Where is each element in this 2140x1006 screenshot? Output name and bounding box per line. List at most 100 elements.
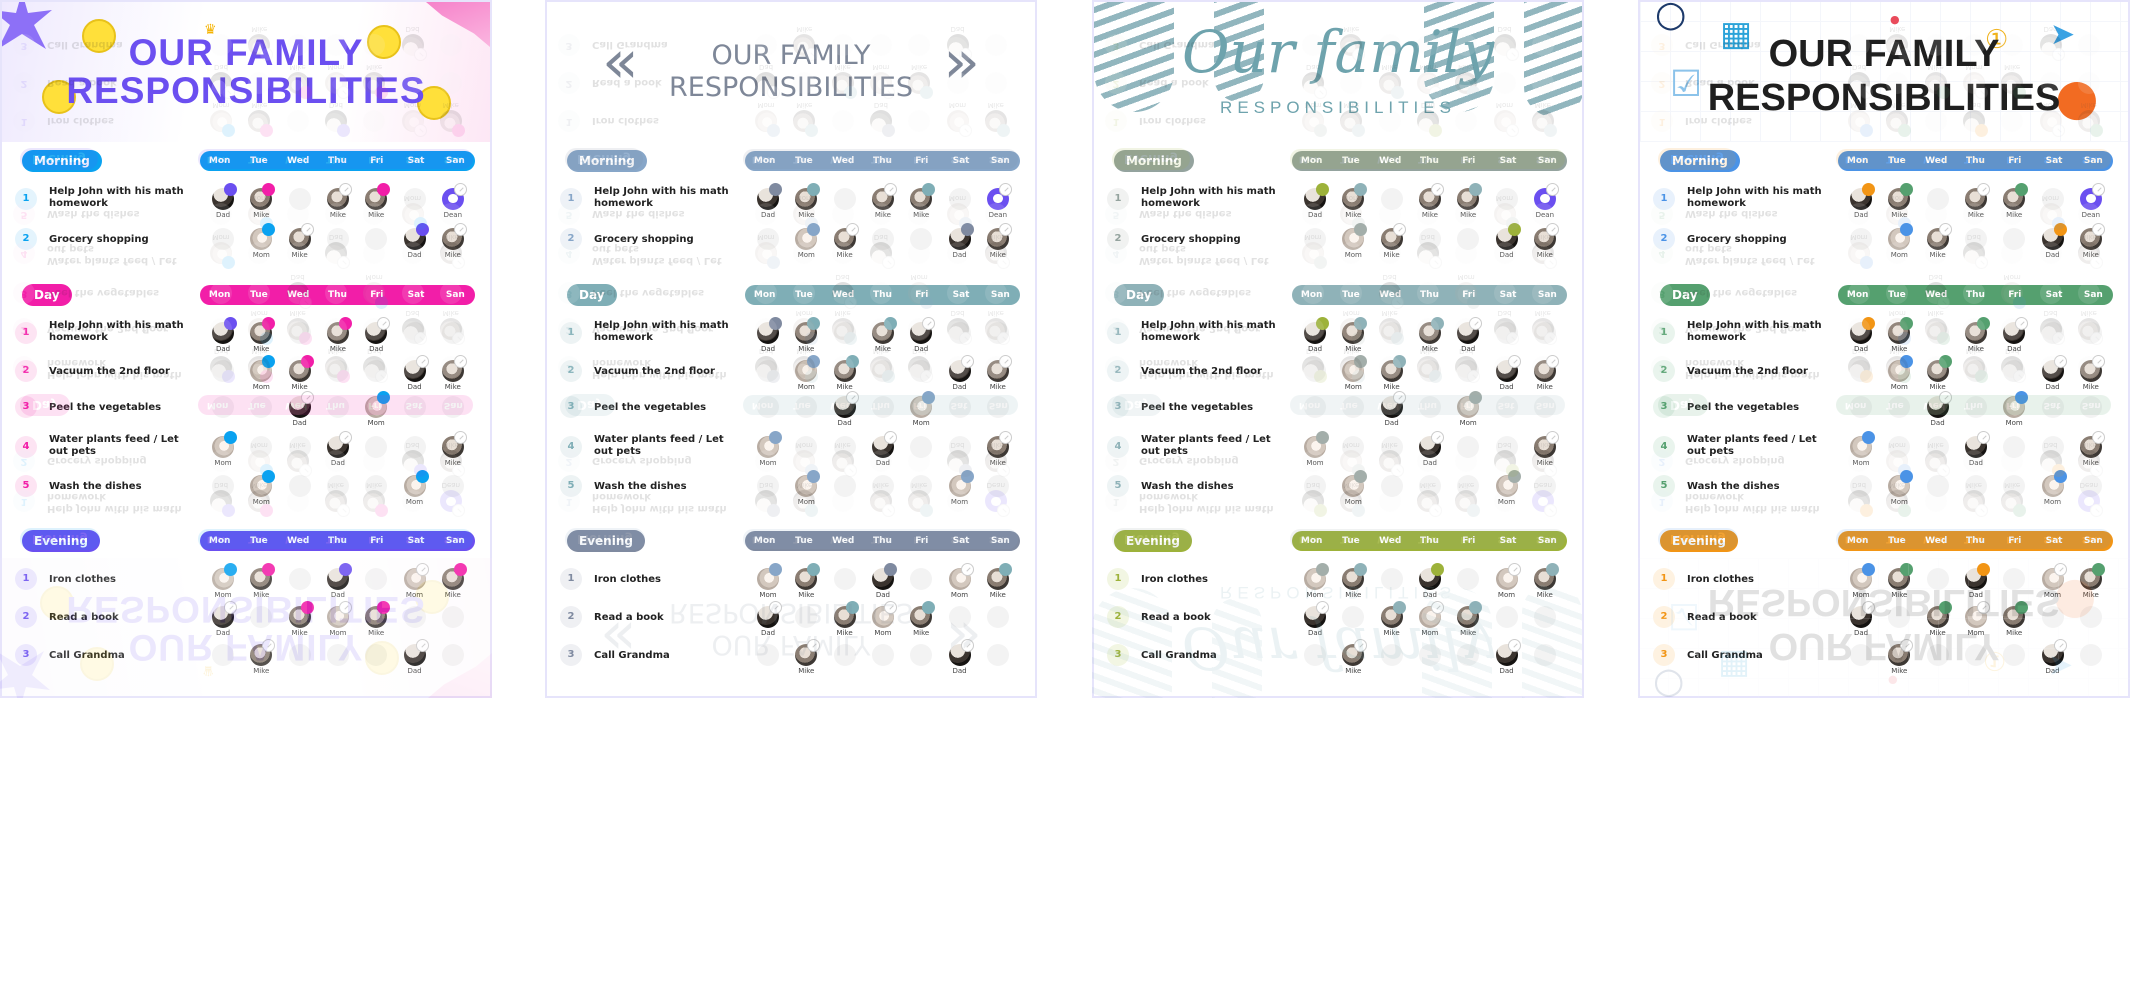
assignment-cell[interactable]: Dad — [1418, 431, 1444, 467]
assignment-cell[interactable] — [1418, 360, 1441, 382]
assignment-cell[interactable]: Dad — [757, 601, 782, 637]
assignment-cell[interactable] — [1533, 475, 1556, 497]
assignment-cell[interactable] — [1888, 606, 1911, 628]
assignment-cell[interactable]: Mom — [795, 470, 821, 506]
assignment-cell[interactable]: Mike — [1888, 317, 1914, 353]
empty-slot[interactable] — [2003, 360, 2026, 382]
assignment-cell[interactable] — [2079, 322, 2102, 344]
empty-slot[interactable] — [365, 228, 388, 250]
empty-slot[interactable] — [910, 644, 933, 666]
empty-slot[interactable] — [1495, 436, 1518, 458]
assignment-cell[interactable] — [326, 228, 349, 250]
empty-slot[interactable] — [1533, 475, 1556, 497]
assignment-cell[interactable]: Dad — [871, 431, 897, 467]
assignment-cell[interactable]: Mom — [757, 563, 782, 599]
empty-slot[interactable] — [1418, 475, 1441, 497]
empty-slot[interactable] — [833, 188, 856, 210]
assignment-cell[interactable]: Mike — [441, 431, 467, 467]
empty-slot[interactable] — [1964, 396, 1987, 418]
empty-slot[interactable] — [1304, 360, 1326, 382]
assignment-cell[interactable] — [1380, 568, 1403, 590]
empty-slot[interactable] — [212, 360, 234, 382]
assignment-cell[interactable]: Mom — [2003, 391, 2029, 427]
assignment-cell[interactable]: Mom — [250, 223, 276, 259]
assignment-cell[interactable] — [1964, 475, 1987, 497]
assignment-cell[interactable]: Dad — [288, 391, 314, 427]
assignment-cell[interactable] — [2003, 475, 2026, 497]
assignment-cell[interactable] — [1850, 475, 1872, 497]
empty-slot[interactable] — [1457, 475, 1480, 497]
empty-slot[interactable] — [1926, 644, 1949, 666]
empty-slot[interactable] — [795, 396, 818, 418]
assignment-cell[interactable] — [948, 322, 971, 344]
empty-slot[interactable] — [1457, 644, 1480, 666]
assignment-cell[interactable] — [1926, 475, 1949, 497]
assignment-cell[interactable]: Mom — [871, 601, 897, 637]
assignment-cell[interactable] — [1380, 436, 1403, 458]
assignment-cell[interactable] — [833, 475, 856, 497]
assignment-cell[interactable] — [326, 644, 349, 666]
empty-slot[interactable] — [1850, 228, 1872, 250]
assignment-cell[interactable] — [2041, 188, 2064, 210]
empty-slot[interactable] — [1380, 568, 1403, 590]
empty-slot[interactable] — [326, 228, 349, 250]
empty-slot[interactable] — [910, 568, 933, 590]
empty-slot[interactable] — [1850, 644, 1872, 666]
assignment-cell[interactable] — [288, 436, 311, 458]
assignment-cell[interactable]: Mike — [1418, 317, 1444, 353]
assignment-cell[interactable] — [910, 568, 933, 590]
assignment-cell[interactable]: Mom — [250, 470, 276, 506]
assignment-cell[interactable] — [288, 188, 311, 210]
empty-slot[interactable] — [1850, 396, 1872, 418]
empty-slot[interactable] — [1850, 360, 1872, 382]
template-card-botanical[interactable]: Our family RESPONSIBILITIES Morning Mon Tue W… — [1092, 0, 1584, 698]
empty-slot[interactable] — [1457, 360, 1480, 382]
assignment-cell[interactable]: Mom — [1495, 563, 1521, 599]
assignment-cell[interactable] — [288, 644, 311, 666]
assignment-cell[interactable]: Dad — [1964, 563, 1990, 599]
empty-slot[interactable] — [1888, 606, 1911, 628]
assignment-cell[interactable]: Mom — [365, 391, 391, 427]
empty-slot[interactable] — [1304, 475, 1326, 497]
empty-slot[interactable] — [441, 475, 464, 497]
empty-slot[interactable] — [1418, 360, 1441, 382]
assignment-cell[interactable] — [2003, 360, 2026, 382]
assignment-cell[interactable] — [910, 644, 933, 666]
assignment-cell[interactable]: Mike — [833, 223, 859, 259]
empty-slot[interactable] — [365, 644, 388, 666]
empty-slot[interactable] — [250, 436, 273, 458]
assignment-cell[interactable] — [1964, 360, 1987, 382]
assignment-cell[interactable] — [1495, 606, 1518, 628]
assignment-cell[interactable] — [1495, 322, 1518, 344]
assignment-cell[interactable] — [326, 396, 349, 418]
assignment-cell[interactable]: Mom — [1850, 563, 1875, 599]
empty-slot[interactable] — [2003, 228, 2026, 250]
empty-slot[interactable] — [403, 188, 426, 210]
assignment-cell[interactable]: Mike — [288, 601, 314, 637]
assignment-cell[interactable]: Mom — [1342, 470, 1368, 506]
assignment-cell[interactable] — [212, 360, 234, 382]
assignment-cell[interactable]: Mike — [1926, 355, 1952, 391]
assignment-cell[interactable] — [365, 436, 388, 458]
assignment-cell[interactable]: Mike — [795, 563, 821, 599]
assignment-cell[interactable]: Dad — [1304, 601, 1329, 637]
assignment-cell[interactable] — [1457, 228, 1480, 250]
empty-slot[interactable] — [948, 396, 971, 418]
assignment-cell[interactable] — [1457, 475, 1480, 497]
assignment-cell[interactable] — [2079, 606, 2102, 628]
assignment-cell[interactable]: Mom — [948, 470, 974, 506]
assignment-cell[interactable]: Dad — [948, 639, 974, 675]
empty-slot[interactable] — [1380, 322, 1403, 344]
assignment-cell[interactable]: Dad — [326, 563, 352, 599]
empty-slot[interactable] — [1380, 436, 1403, 458]
assignment-cell[interactable]: Dad — [1418, 563, 1444, 599]
assignment-cell[interactable]: Mom — [795, 355, 821, 391]
assignment-cell[interactable]: Mom — [212, 563, 237, 599]
empty-slot[interactable] — [326, 360, 349, 382]
assignment-cell[interactable]: Mike — [1418, 183, 1444, 219]
assignment-cell[interactable] — [403, 436, 426, 458]
assignment-cell[interactable] — [871, 396, 894, 418]
assignment-cell[interactable] — [1888, 396, 1911, 418]
assignment-cell[interactable] — [288, 322, 311, 344]
assignment-cell[interactable] — [1304, 228, 1326, 250]
